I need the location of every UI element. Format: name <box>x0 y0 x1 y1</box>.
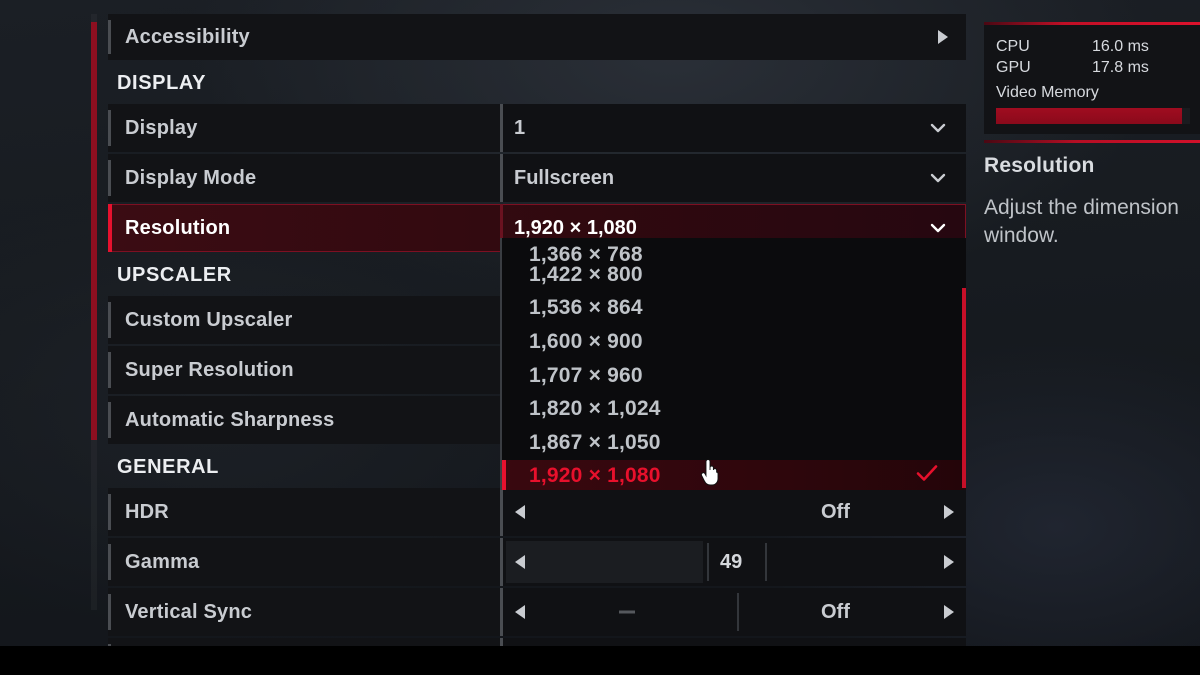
section-header-display: DISPLAY <box>117 71 207 94</box>
perf-video-memory-fill <box>996 108 1183 124</box>
row-value-cell[interactable]: 1 <box>500 104 966 152</box>
row-accent-tick <box>108 20 111 54</box>
option-divider <box>737 593 739 631</box>
perf-gpu-value: 17.8 ms <box>1092 58 1149 76</box>
dropdown-option[interactable]: 1,422 × 800 <box>502 258 966 292</box>
perf-cpu-label: CPU <box>996 37 1030 55</box>
dropdown-option[interactable]: 1,707 × 960 <box>502 359 966 393</box>
slider-divider <box>707 543 709 581</box>
row-value: Off <box>821 600 850 623</box>
row-value-cell[interactable]: Fullscreen <box>500 154 966 202</box>
dropdown-option[interactable]: 1,867 × 1,050 <box>502 426 966 460</box>
row-label: Display Mode <box>125 166 257 189</box>
perf-gpu-label: GPU <box>996 58 1031 76</box>
settings-row-display[interactable]: Display 1 <box>108 104 966 152</box>
dropdown-option[interactable]: 1,820 × 1,024 <box>502 392 966 426</box>
perf-video-memory-bar <box>996 108 1190 124</box>
dropdown-option[interactable]: 1,536 × 864 <box>502 292 966 326</box>
dropdown-option-label: 1,820 × 1,024 <box>529 397 661 421</box>
row-accent-tick <box>108 594 111 630</box>
row-accent-tick <box>108 402 111 438</box>
row-accent-tick <box>108 352 111 388</box>
dropdown-option-label: 1,536 × 864 <box>529 296 643 320</box>
settings-row-accessibility[interactable]: Accessibility <box>108 14 966 60</box>
chevron-down-icon[interactable] <box>928 218 948 238</box>
dropdown-option-label: 1,422 × 800 <box>529 262 643 286</box>
row-value-cell[interactable] <box>500 14 966 60</box>
option-dash-marker <box>619 610 635 614</box>
perf-video-memory-label: Video Memory <box>996 84 1099 101</box>
row-accent-tick <box>108 110 111 146</box>
performance-overlay-panel: CPU 16.0 ms GPU 17.8 ms Video Memory <box>984 22 1200 134</box>
row-accent-tick <box>108 302 111 338</box>
dropdown-option[interactable]: 1,600 × 900 <box>502 325 966 359</box>
perf-cpu-value: 16.0 ms <box>1092 37 1149 55</box>
perf-row-gpu: GPU 17.8 ms <box>996 57 1200 78</box>
chevron-down-icon[interactable] <box>928 118 948 138</box>
row-accent-tick <box>108 160 111 196</box>
arrow-right-icon <box>938 30 948 44</box>
dropdown-option-label: 1,707 × 960 <box>529 363 643 387</box>
description-line-1: Adjust the dimension <box>984 196 1179 219</box>
settings-row-vertical-sync[interactable]: Vertical Sync Off <box>108 588 966 636</box>
arrow-left-icon[interactable] <box>515 505 525 519</box>
resolution-dropdown[interactable]: 1,366 × 768 1,422 × 800 1,536 × 864 1,60… <box>500 238 966 490</box>
row-accent-tick <box>108 494 111 530</box>
arrow-right-icon[interactable] <box>944 505 954 519</box>
row-label: Automatic Sharpness <box>125 408 335 431</box>
row-label: Resolution <box>125 216 231 239</box>
arrow-right-icon[interactable] <box>944 605 954 619</box>
row-accent-tick <box>108 204 112 252</box>
row-label: Super Resolution <box>125 358 294 381</box>
row-label: Display <box>125 116 198 139</box>
row-value: 1 <box>514 116 526 139</box>
settings-scrollbar-thumb[interactable] <box>91 22 97 440</box>
row-label: Gamma <box>125 550 200 573</box>
row-label: Vertical Sync <box>125 600 253 623</box>
row-value-cell[interactable]: Off <box>500 488 966 536</box>
dropdown-option[interactable]: 1,366 × 768 <box>502 238 966 266</box>
settings-row-gamma[interactable]: Gamma 49 <box>108 538 966 586</box>
dropdown-option-label: 1,867 × 1,050 <box>529 430 661 454</box>
check-icon <box>916 465 938 488</box>
row-value-cell[interactable]: Off <box>500 588 966 636</box>
row-label: HDR <box>125 500 169 523</box>
arrow-left-icon[interactable] <box>515 605 525 619</box>
description-panel: Resolution Adjust the dimension window. <box>984 140 1200 260</box>
settings-row-display-mode[interactable]: Display Mode Fullscreen <box>108 154 966 202</box>
arrow-left-icon[interactable] <box>515 555 525 569</box>
perf-row-cpu: CPU 16.0 ms <box>996 36 1200 57</box>
row-label: Custom Upscaler <box>125 308 293 331</box>
row-value: Fullscreen <box>514 166 615 189</box>
gamma-slider-fill[interactable] <box>506 541 703 583</box>
settings-row-hdr[interactable]: HDR Off <box>108 488 966 536</box>
gamma-value: 49 <box>720 550 743 573</box>
slider-divider <box>765 543 767 581</box>
description-line-2: window. <box>984 224 1059 247</box>
chevron-down-icon[interactable] <box>928 168 948 188</box>
dropdown-scrollbar-thumb[interactable] <box>962 288 966 488</box>
row-accent-tick <box>108 544 111 580</box>
dropdown-option-label: 1,600 × 900 <box>529 329 643 353</box>
description-title: Resolution <box>984 154 1095 177</box>
row-value: 1,920 × 1,080 <box>514 216 637 239</box>
dropdown-option-label: 1,920 × 1,080 <box>529 464 661 488</box>
row-label: Accessibility <box>125 25 250 48</box>
dropdown-option-selected[interactable]: 1,920 × 1,080 <box>502 459 966 490</box>
row-value: Off <box>821 500 850 523</box>
letterbox-bottom <box>0 646 1200 675</box>
row-value-cell[interactable]: 49 <box>500 538 966 586</box>
arrow-right-icon[interactable] <box>944 555 954 569</box>
